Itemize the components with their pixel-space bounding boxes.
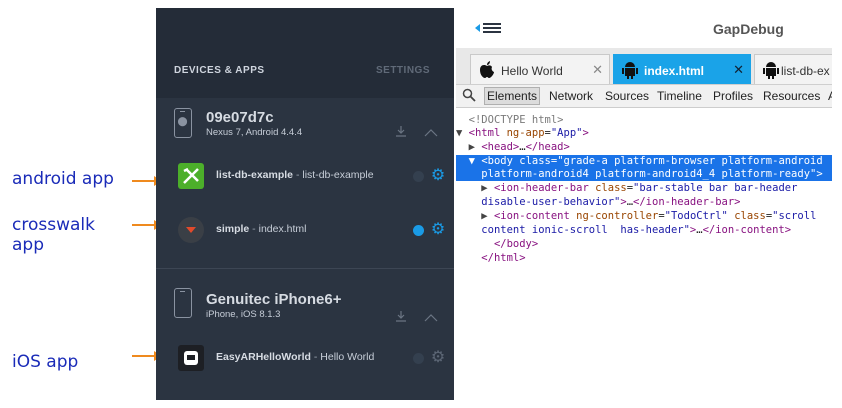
gear-icon[interactable]: ⚙ [430, 222, 446, 238]
app-separator: - [310, 351, 321, 363]
divider [156, 268, 454, 269]
search-icon[interactable] [462, 88, 476, 102]
code-line-html[interactable]: ▼ <html ng-app="App"> [456, 127, 832, 140]
devtools-toolbar: Elements Network Sources Timeline Profil… [456, 85, 832, 108]
device-subtitle: Nexus 7, Android 4.4.4 [206, 127, 303, 138]
app-page: Hello World [320, 351, 375, 363]
code-line-ion-content-continued[interactable]: content ionic-scroll has-header">…</ion-… [456, 224, 832, 237]
android-phone-icon: ⬤ [174, 108, 192, 138]
android-icon [622, 61, 638, 79]
gear-icon[interactable]: ⚙ [430, 168, 446, 184]
tab-audits[interactable]: A [828, 89, 832, 103]
code-line-ion-header-continued[interactable]: disable-user-behavior">…</ion-header-bar… [456, 196, 832, 209]
android-icon [763, 61, 779, 79]
list-item[interactable]: list-db-example - list-db-example ⚙ [156, 158, 454, 194]
device-android[interactable]: ⬤ 09e07d7c Nexus 7, Android 4.4.4 list-d… [156, 98, 454, 268]
close-icon[interactable]: ✕ [592, 62, 603, 78]
tab-hello-world[interactable]: Hello World ✕ [470, 54, 610, 84]
tab-network[interactable]: Network [549, 89, 593, 103]
close-icon[interactable]: ✕ [733, 62, 744, 78]
app-separator: - [249, 223, 259, 235]
code-line-body-continued[interactable]: platform-android4 platform-android4_4 pl… [456, 168, 832, 181]
download-icon[interactable] [394, 309, 408, 323]
code-line-ion-header[interactable]: ▶ <ion-header-bar class="bar-stable bar … [456, 182, 832, 195]
apple-icon [479, 61, 495, 79]
app-title: GapDebug [713, 21, 784, 37]
devices-panel: DEVICES & APPS SETTINGS ⬤ 09e07d7c Nexus… [156, 8, 454, 400]
code-line-doctype[interactable]: <!DOCTYPE html> [456, 114, 832, 127]
status-dot [413, 171, 424, 182]
list-db-app-icon [178, 163, 204, 189]
list-item[interactable]: simple - index.html ⚙ [156, 212, 454, 248]
code-line-head[interactable]: ▶ <head>…</head> [456, 141, 832, 154]
status-dot [413, 353, 424, 364]
tab-label: Hello World [501, 64, 563, 78]
tab-label: index.html [644, 64, 705, 78]
tab-timeline[interactable]: Timeline [657, 89, 702, 103]
device-name: 09e07d7c [206, 109, 274, 126]
elements-tree: <!DOCTYPE html> ▼ <html ng-app="App"> ▶ … [456, 108, 832, 400]
tab-sources[interactable]: Sources [605, 89, 649, 103]
android-app-annotation: android app [12, 169, 114, 189]
chevron-up-icon[interactable] [424, 313, 438, 323]
apple-phone-icon [174, 288, 192, 318]
gear-icon[interactable]: ⚙ [430, 350, 446, 366]
tab-resources[interactable]: Resources [763, 89, 820, 103]
tab-bar: Hello World ✕ index.html ✕ list-db-ex [456, 48, 832, 85]
app-page: list-db-example [302, 169, 374, 181]
tab-index-html[interactable]: index.html ✕ [613, 54, 751, 84]
tab-elements[interactable]: Elements [484, 87, 541, 105]
tab-label: list-db-ex [781, 64, 830, 78]
back-menu-icon[interactable] [474, 21, 504, 35]
crosswalk-app-icon [178, 217, 204, 243]
app-name: list-db-example [216, 169, 294, 181]
crosswalk-app-annotation: crosswalk app [12, 215, 95, 255]
download-icon[interactable] [394, 124, 408, 138]
code-line-html-close[interactable]: </html> [456, 252, 832, 265]
device-ios[interactable]: Genuitec iPhone6+ iPhone, iOS 8.1.3 Easy… [156, 278, 454, 400]
list-item[interactable]: EasyARHelloWorld - Hello World ⚙ [156, 340, 454, 376]
easyar-app-icon [178, 345, 204, 371]
device-name: Genuitec iPhone6+ [206, 291, 342, 308]
app-name: EasyARHelloWorld [216, 351, 311, 363]
device-subtitle: iPhone, iOS 8.1.3 [206, 309, 281, 320]
status-dot [413, 225, 424, 236]
tab-profiles[interactable]: Profiles [713, 89, 753, 103]
crosswalk-annotation-line2: app [12, 235, 44, 255]
panel-header: DEVICES & APPS SETTINGS [156, 8, 454, 98]
chevron-up-icon[interactable] [424, 128, 438, 138]
settings-tab[interactable]: SETTINGS [376, 65, 430, 76]
app-separator: - [293, 169, 303, 181]
debugger-panel: GapDebug Hello World ✕ index.html ✕ list… [456, 8, 832, 400]
code-line-body-selected[interactable]: ▼ <body class="grade-a platform-browser … [456, 155, 832, 168]
crosswalk-annotation-line1: crosswalk [12, 215, 95, 235]
code-line-body-close[interactable]: </body> [456, 238, 832, 251]
ios-app-annotation: iOS app [12, 352, 79, 372]
debugger-titlebar: GapDebug [456, 8, 832, 48]
app-page: index.html [258, 223, 307, 235]
tab-list-db[interactable]: list-db-ex [754, 54, 832, 84]
code-line-ion-content[interactable]: ▶ <ion-content ng-controller="TodoCtrl" … [456, 210, 832, 223]
devices-apps-tab[interactable]: DEVICES & APPS [174, 65, 265, 76]
app-name: simple [216, 223, 250, 235]
